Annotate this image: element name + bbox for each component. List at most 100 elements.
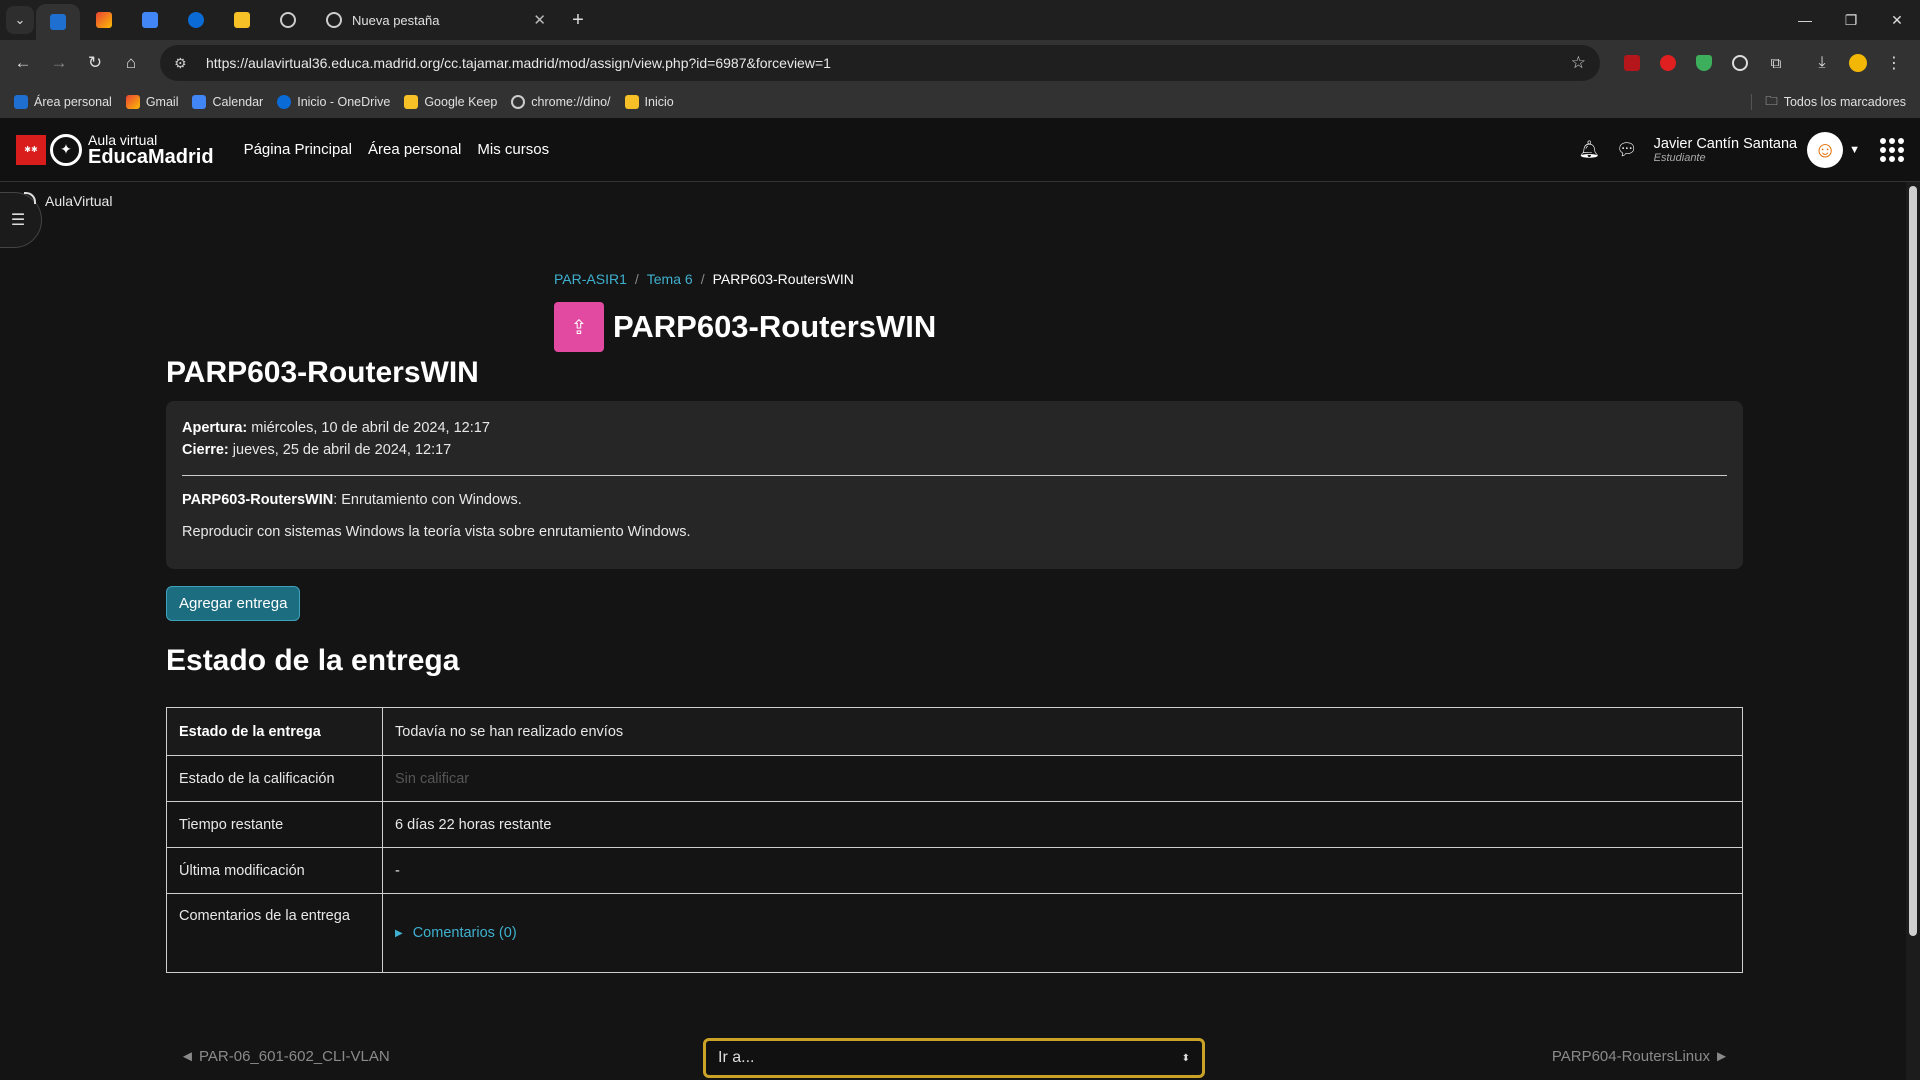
bookmark-label: Google Keep [424,95,498,109]
image-icon [624,95,639,109]
bookmark-inicio[interactable]: Inicio [624,95,674,109]
main-nav: Página Principal Área personal Mis curso… [244,141,566,158]
tab-search-button[interactable]: ⌄ [6,6,34,34]
description-bold: PARP603-RoutersWIN [182,492,334,508]
bookmark-gmail[interactable]: Gmail [125,95,178,109]
avatar[interactable]: ☺ [1807,132,1844,168]
row-label: Última modificación [166,847,383,894]
browser-toolbar: ← → ↻ ⌂ ⚙ https://aulavirtual36.educa.ma… [0,40,1920,86]
pinned-tab-calendar[interactable] [128,4,172,36]
restore-icon[interactable]: ❐ [1828,0,1874,40]
comments-label: Comentarios (0) [412,925,517,941]
extension-circle-icon[interactable] [1722,46,1758,80]
assignment-heading: PARP603-RoutersWIN [166,356,479,389]
ublock-icon[interactable] [1614,46,1650,80]
bookmark-label: Calendar [212,95,264,109]
forward-icon[interactable]: → [42,46,76,80]
extensions-puzzle-icon[interactable]: ⧉ [1758,46,1794,80]
row-value: Todavía no se han realizado envíos [382,707,1743,756]
bookmark-label: Inicio - OneDrive [297,95,391,109]
notifications-bell-icon[interactable]: 🔔︎ [1578,140,1600,160]
url-text[interactable]: https://aulavirtual36.educa.madrid.org/c… [206,55,1571,71]
profile-icon[interactable] [1840,46,1876,80]
pinned-tab-keep[interactable] [220,4,264,36]
description-intro: PARP603-RoutersWIN: Enrutamiento con Win… [182,492,1727,508]
menu-kebab-icon[interactable]: ⋮ [1876,46,1912,80]
bookmark-calendar[interactable]: Calendar [192,95,263,109]
onedrive-icon [188,12,204,28]
user-menu-text[interactable]: Javier Cantín Santana Estudiante [1654,136,1797,164]
pinned-tab-dino[interactable] [266,4,310,36]
site-header: ✱✱ ✦ Aula virtual EducaMadrid Página Pri… [0,118,1920,182]
user-name: Javier Cantín Santana [1653,136,1798,152]
tab-title: Nueva pestaña [352,12,440,28]
bookmark-star-icon[interactable]: ☆ [1571,53,1586,73]
bookmark-onedrive[interactable]: Inicio - OneDrive [277,95,390,109]
keep-icon [404,95,419,109]
nav-mis-cursos[interactable]: Mis cursos [477,141,549,158]
row-label: Estado de la calificación [166,755,383,802]
all-bookmarks-label: Todos los marcadores [1783,95,1906,109]
nav-area-personal[interactable]: Área personal [368,141,461,158]
caret-right-icon: ▶ [395,927,403,939]
apps-grid-icon[interactable] [1880,138,1904,162]
breadcrumb-course[interactable]: PAR-ASIR1 [554,271,627,287]
globe-icon [280,12,296,28]
bookmark-dino[interactable]: chrome://dino/ [511,95,611,109]
back-icon[interactable]: ← [6,46,40,80]
onedrive-icon [277,95,292,109]
pinned-tab-gmail[interactable] [82,4,126,36]
closing-label: Cierre: [182,442,229,458]
breadcrumb-current: PARP603-RoutersWIN [712,271,854,287]
pinned-tab-onedrive[interactable] [174,4,218,36]
add-submission-button[interactable]: Agregar entrega [166,586,301,621]
drawer-label: AulaVirtual [45,193,113,209]
list-icon: ☰ [10,212,26,229]
scrollbar-thumb[interactable] [1909,186,1917,936]
row-label: Comentarios de la entrega [166,893,383,973]
table-row: Última modificación - [166,847,1743,894]
site-info-icon[interactable]: ⚙ [174,55,198,72]
submission-status-heading: Estado de la entrega [166,644,460,677]
opening-value: miércoles, 10 de abril de 2024, 12:17 [251,420,490,436]
activity-navigation: ◄ PAR-06_601-602_CLI-VLAN Ir a... ⬍ PARP… [166,1038,1743,1078]
new-tab-button[interactable]: + [564,9,592,32]
minimize-icon[interactable]: — [1782,0,1828,40]
tab-new-tab[interactable]: Nueva pestaña ✕ [316,4,556,36]
previous-activity-link[interactable]: ◄ PAR-06_601-602_CLI-VLAN [180,1048,390,1065]
download-icon[interactable]: ⤓ [1804,46,1840,80]
close-tab-icon[interactable]: ✕ [533,11,546,29]
next-activity-link[interactable]: PARP604-RoutersLinux ► [1552,1048,1729,1065]
logo-big-text: EducaMadrid [88,145,214,168]
extension-red-icon[interactable] [1650,46,1686,80]
home-icon[interactable]: ⌂ [114,46,148,80]
table-row: Estado de la entrega Todavía no se han r… [166,707,1743,756]
description-body: Reproducir con sistemas Windows la teorí… [182,524,691,540]
comments-toggle-link[interactable]: ▶ Comentarios (0) [395,925,1730,941]
table-row: Tiempo restante 6 días 22 horas restante [166,801,1743,848]
comments-cell: ▶ Comentarios (0) [382,893,1743,973]
page-title: PARP603-RoutersWIN [613,309,937,344]
bookmark-label: chrome://dino/ [531,95,611,109]
shield-icon[interactable] [1686,46,1722,80]
educamadrid-logo[interactable]: ✱✱ ✦ Aula virtual EducaMadrid [16,133,214,167]
breadcrumb-section[interactable]: Tema 6 [647,271,693,287]
all-bookmarks-button[interactable]: 🗀 Todos los marcadores [1765,86,1906,118]
nav-pagina-principal[interactable]: Página Principal [244,141,352,158]
table-row: Comentarios de la entrega ▶ Comentarios … [166,893,1743,973]
bookmark-area-personal[interactable]: Área personal [14,95,112,109]
bookmark-label: Área personal [34,95,112,109]
pinned-tab-aulavirtual[interactable] [36,4,80,40]
chevron-down-icon[interactable]: ▼ [1849,144,1860,156]
reload-icon[interactable]: ↻ [78,46,112,80]
messages-chat-icon[interactable]: 💬︎ [1616,140,1638,160]
breadcrumb: PAR-ASIR1 / Tema 6 / PARP603-RoutersWIN [554,271,854,287]
jump-to-select[interactable]: Ir a... ⬍ [703,1038,1205,1078]
bookmark-keep[interactable]: Google Keep [404,95,497,109]
gmail-icon [96,12,112,28]
description-rest: : Enrutamiento con Windows. [333,492,522,508]
breadcrumb-separator: / [700,271,705,287]
address-bar[interactable]: ⚙ https://aulavirtual36.educa.madrid.org… [160,45,1600,81]
close-window-icon[interactable]: ✕ [1874,0,1920,40]
gmail-icon [125,95,140,109]
